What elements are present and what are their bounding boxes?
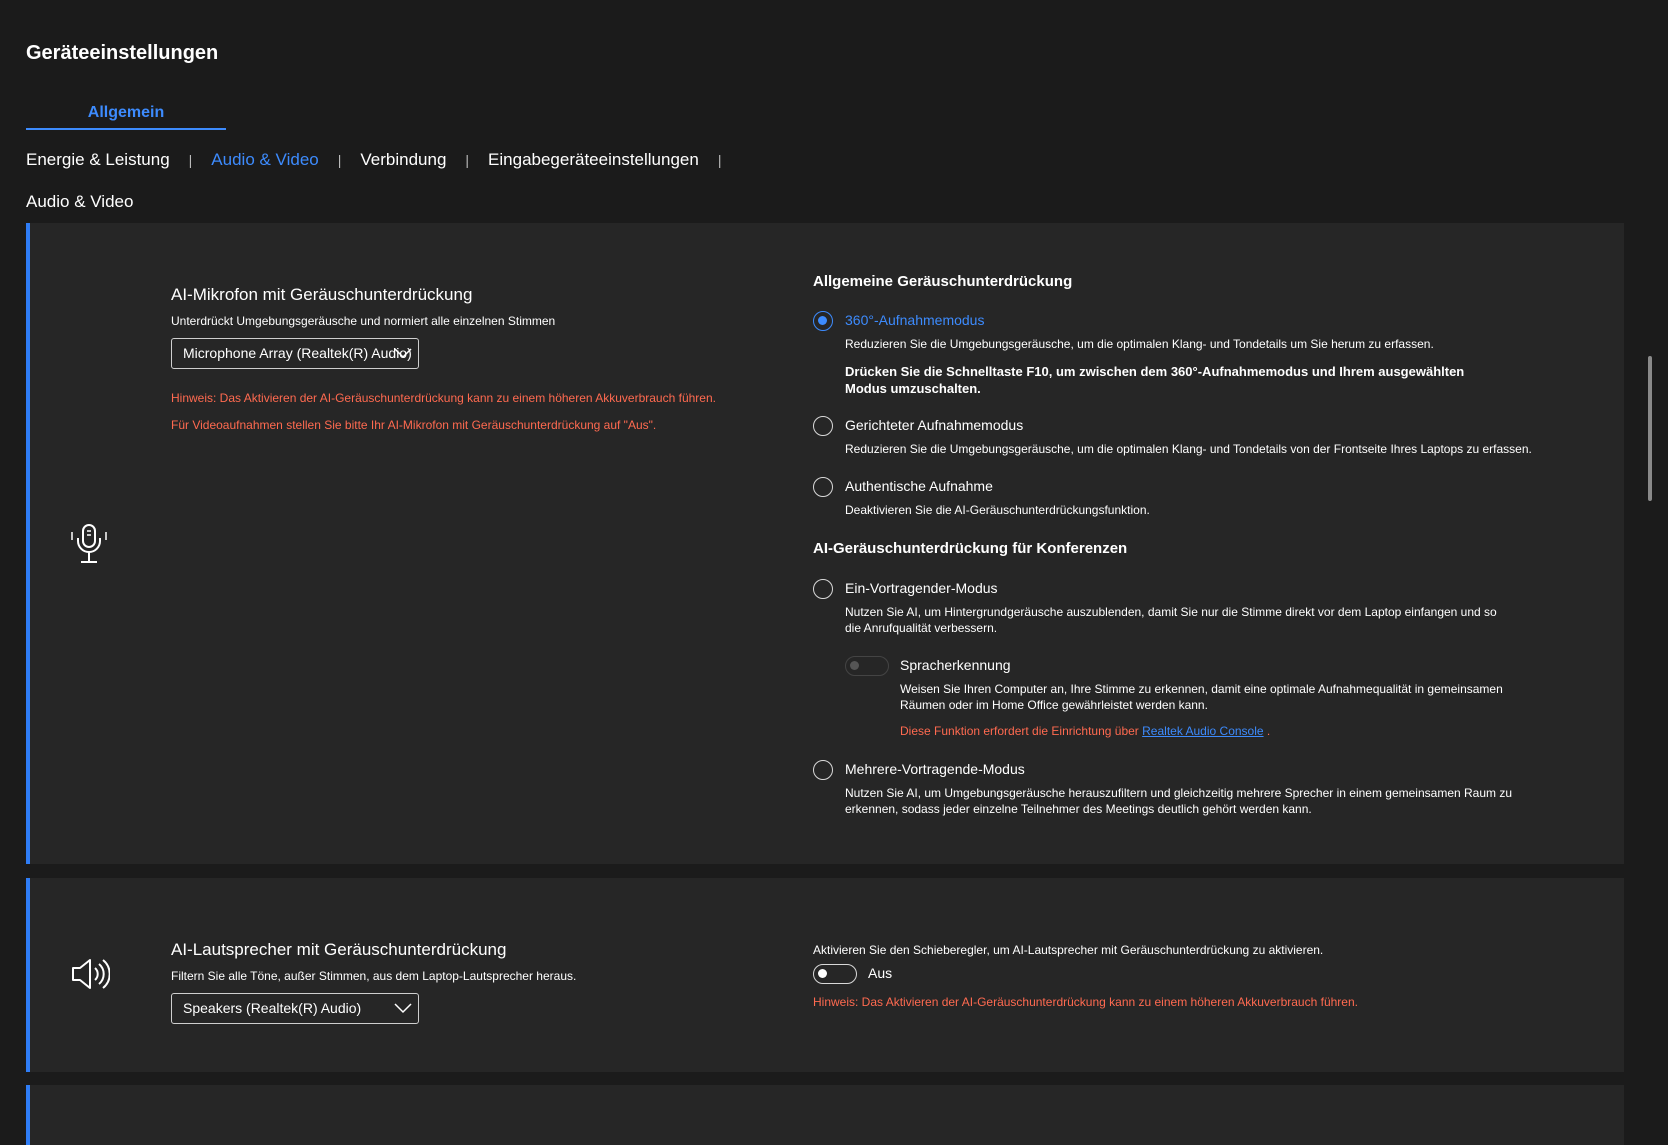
- speaker-toggle-state: Aus: [868, 965, 893, 981]
- speaker-card: AI-Lautsprecher mit Geräuschunterdrückun…: [26, 878, 1624, 1072]
- speaker-title: AI-Lautsprecher mit Geräuschunterdrückun…: [171, 940, 507, 959]
- page-scrollbar[interactable]: [1648, 356, 1652, 501]
- voice-recognition-toggle[interactable]: [845, 656, 889, 676]
- desc-single-speaker: Nutzen Sie AI, um Hintergrundgeräusche a…: [845, 605, 1497, 635]
- mic-warning-battery: Hinweis: Das Aktivieren der AI-Geräuschu…: [171, 391, 716, 405]
- speaker-device-select[interactable]: Speakers (Realtek(R) Audio): [171, 993, 419, 1024]
- next-card: [26, 1085, 1624, 1145]
- subnav-separator: |: [717, 152, 722, 168]
- general-noise-heading: Allgemeine Geräuschunterdrückung: [813, 273, 1073, 290]
- subnav-audio-video[interactable]: Audio & Video: [211, 150, 318, 170]
- label-authentic-mode[interactable]: Authentische Aufnahme: [845, 478, 993, 494]
- label-voice-recognition: Spracherkennung: [900, 657, 1011, 673]
- desc-authentic-mode: Deaktivieren Sie die AI-Geräuschunterdrü…: [845, 503, 1150, 517]
- desc-directional-mode: Reduzieren Sie die Umgebungsgeräusche, u…: [845, 442, 1532, 456]
- desc-360-mode: Reduzieren Sie die Umgebungsgeräusche, u…: [845, 337, 1434, 351]
- page-title: Geräteeinstellungen: [26, 42, 219, 64]
- speaker-warning-battery: Hinweis: Das Aktivieren der AI-Geräuschu…: [813, 995, 1358, 1009]
- tab-general[interactable]: Allgemein: [26, 102, 226, 130]
- label-360-mode[interactable]: 360°-Aufnahmemodus: [845, 312, 984, 328]
- subnav-input-devices[interactable]: Eingabegeräteeinstellungen: [488, 150, 699, 170]
- realtek-audio-console-link[interactable]: Realtek Audio Console: [1142, 724, 1263, 738]
- radio-multi-speaker[interactable]: [813, 760, 833, 780]
- mic-description: Unterdrückt Umgebungsgeräusche und normi…: [171, 314, 556, 328]
- speaker-icon: [72, 959, 110, 989]
- mic-device-value: Microphone Array (Realtek(R) Audio): [183, 345, 412, 361]
- voice-recognition-note-text: Diese Funktion erfordert die Einrichtung…: [900, 724, 1139, 738]
- mic-card: AI-Mikrofon mit Geräuschunterdrückung Un…: [26, 223, 1624, 864]
- speaker-description: Filtern Sie alle Töne, außer Stimmen, au…: [171, 969, 577, 983]
- section-label: Audio & Video: [26, 192, 134, 211]
- chevron-down-icon: [394, 1003, 412, 1014]
- subnav-separator: |: [188, 152, 193, 168]
- radio-authentic-mode[interactable]: [813, 477, 833, 497]
- conference-heading: AI-Geräuschunterdrückung für Konferenzen: [813, 540, 1128, 557]
- mic-warning-video: Für Videoaufnahmen stellen Sie bitte Ihr…: [171, 418, 657, 432]
- voice-recognition-note: Diese Funktion erfordert die Einrichtung…: [900, 723, 1270, 739]
- subnav-separator: |: [465, 152, 470, 168]
- desc-voice-recognition: Weisen Sie Ihren Computer an, Ihre Stimm…: [900, 682, 1503, 712]
- speaker-device-value: Speakers (Realtek(R) Audio): [183, 1000, 362, 1016]
- radio-360-mode[interactable]: [813, 311, 833, 331]
- subnav-energy[interactable]: Energie & Leistung: [26, 150, 170, 170]
- subnav-separator: |: [337, 152, 342, 168]
- radio-single-speaker[interactable]: [813, 579, 833, 599]
- label-directional-mode[interactable]: Gerichteter Aufnahmemodus: [845, 417, 1023, 433]
- desc-multi-speaker: Nutzen Sie AI, um Umgebungsgeräusche her…: [845, 786, 1513, 816]
- radio-directional-mode[interactable]: [813, 416, 833, 436]
- speaker-noise-toggle[interactable]: [813, 964, 857, 984]
- hint-f10-hotkey: Drücken Sie die Schnelltaste F10, um zwi…: [845, 364, 1465, 396]
- mic-device-select[interactable]: Microphone Array (Realtek(R) Audio): [171, 338, 419, 369]
- label-multi-speaker[interactable]: Mehrere-Vortragende-Modus: [845, 761, 1025, 777]
- label-single-speaker[interactable]: Ein-Vortragender-Modus: [845, 580, 998, 596]
- speaker-toggle-hint: Aktivieren Sie den Schieberegler, um AI-…: [813, 943, 1324, 957]
- subnav: Energie & Leistung | Audio & Video | Ver…: [26, 150, 740, 170]
- microphone-icon: [71, 524, 107, 563]
- subnav-connection[interactable]: Verbindung: [360, 150, 446, 170]
- chevron-down-icon: [394, 348, 412, 359]
- mic-title: AI-Mikrofon mit Geräuschunterdrückung: [171, 285, 473, 304]
- voice-recognition-note-end: .: [1266, 724, 1271, 738]
